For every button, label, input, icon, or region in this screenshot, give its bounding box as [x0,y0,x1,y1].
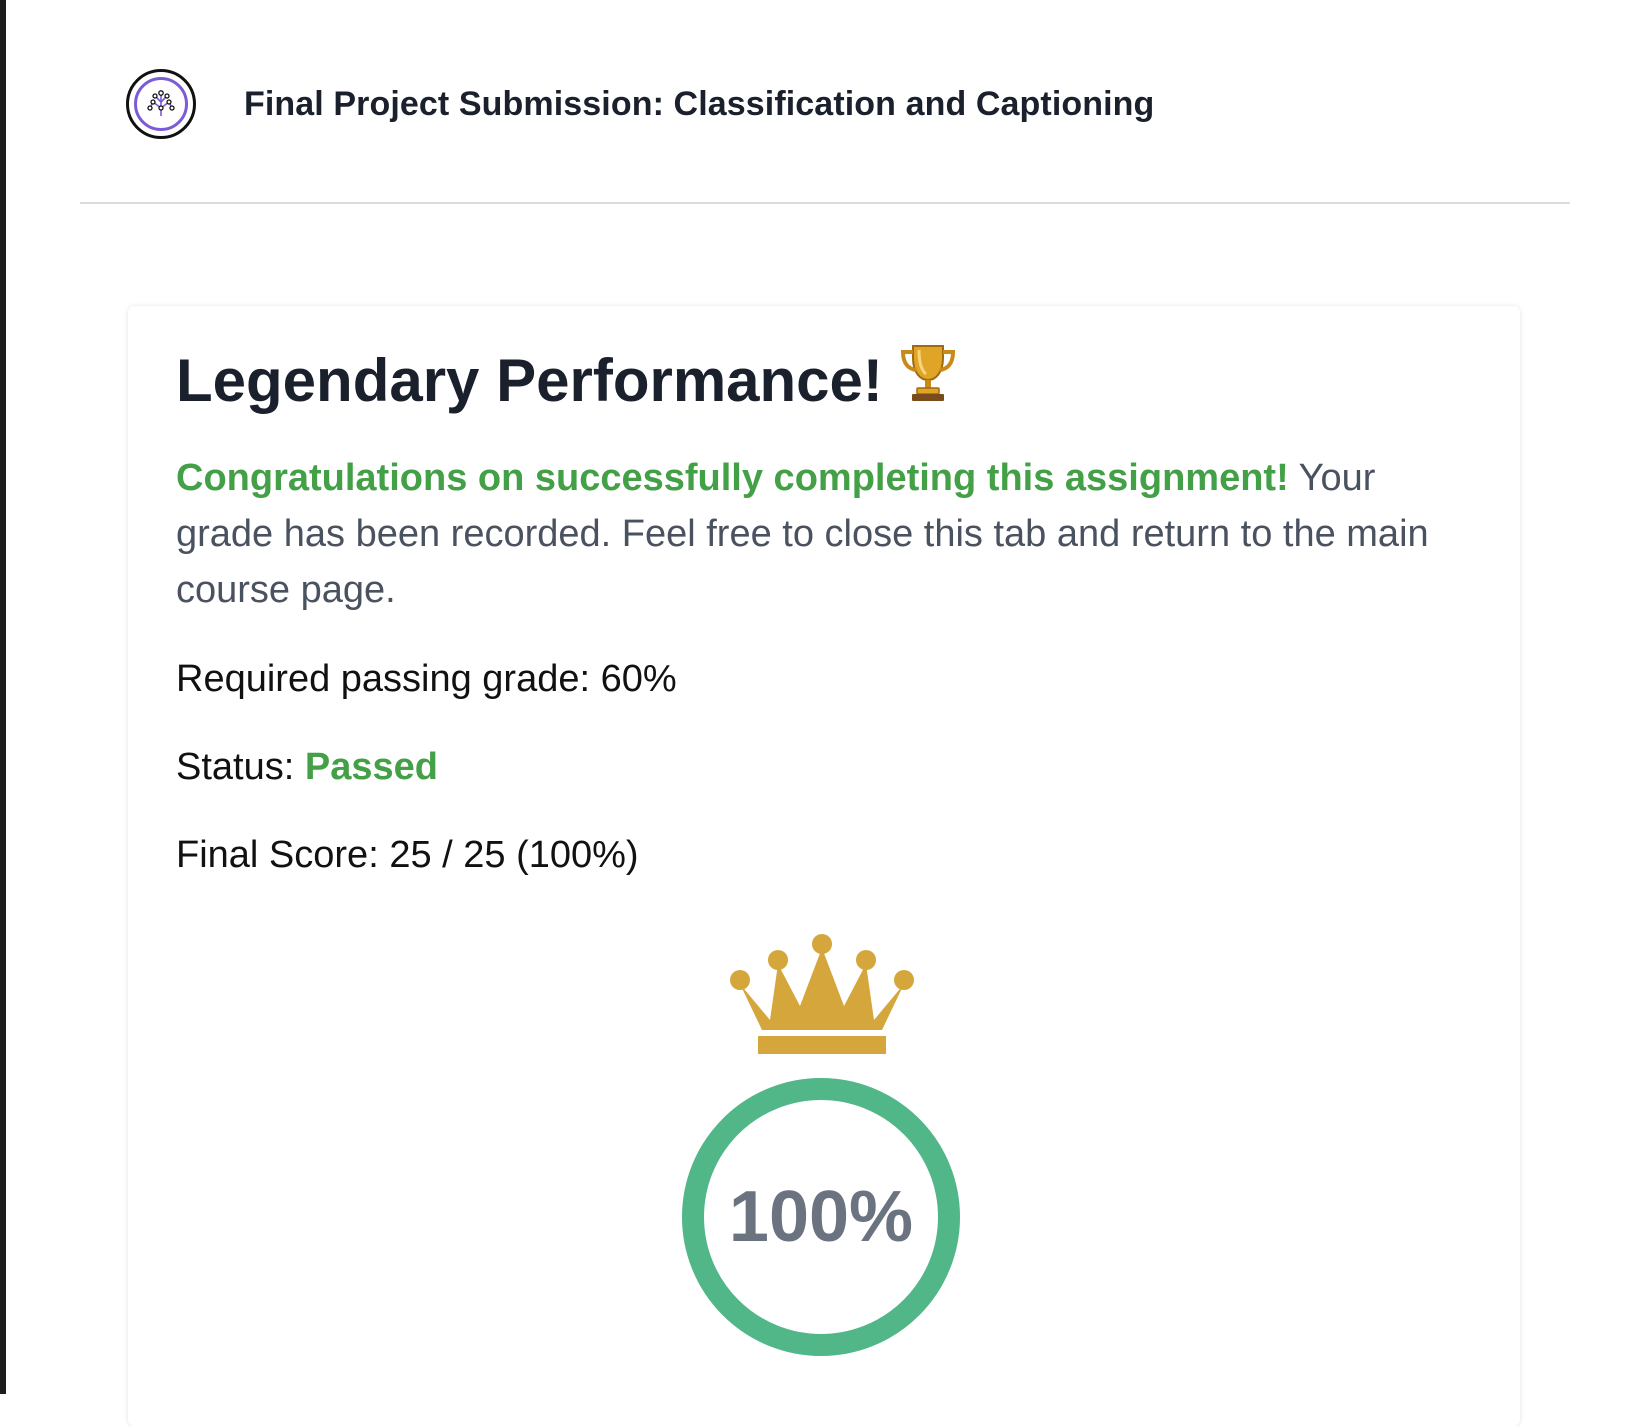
header-divider [80,202,1570,204]
crown-icon [724,930,920,1063]
required-grade-value: 60% [600,658,677,700]
trophy-icon [899,342,957,418]
window-left-edge [0,0,6,1394]
result-heading: Legendary Performance! [176,342,957,418]
result-card: Legendary Performance! Congratulations o… [128,306,1520,1426]
final-score-value: 25 / 25 (100%) [389,834,639,876]
score-ring: 100% [676,1072,966,1362]
congrats-text: Congratulations on successfully completi… [176,457,1289,499]
status-label: Status: [176,746,305,788]
score-ring-percent: 100% [728,1177,914,1257]
required-grade-line: Required passing grade: 60% [176,658,677,701]
status-line: Status: Passed [176,746,438,789]
status-value: Passed [304,746,438,788]
result-message: Congratulations on successfully completi… [176,450,1436,618]
final-score-label: Final Score: [176,834,390,876]
final-score-line: Final Score: 25 / 25 (100%) [176,834,639,877]
result-heading-text: Legendary Performance! [176,346,883,414]
course-logo [126,69,196,139]
page-title: Final Project Submission: Classification… [244,84,1155,123]
page-header: Final Project Submission: Classification… [80,62,1570,146]
required-grade-label: Required passing grade: [176,658,601,700]
tree-network-icon [134,77,188,131]
